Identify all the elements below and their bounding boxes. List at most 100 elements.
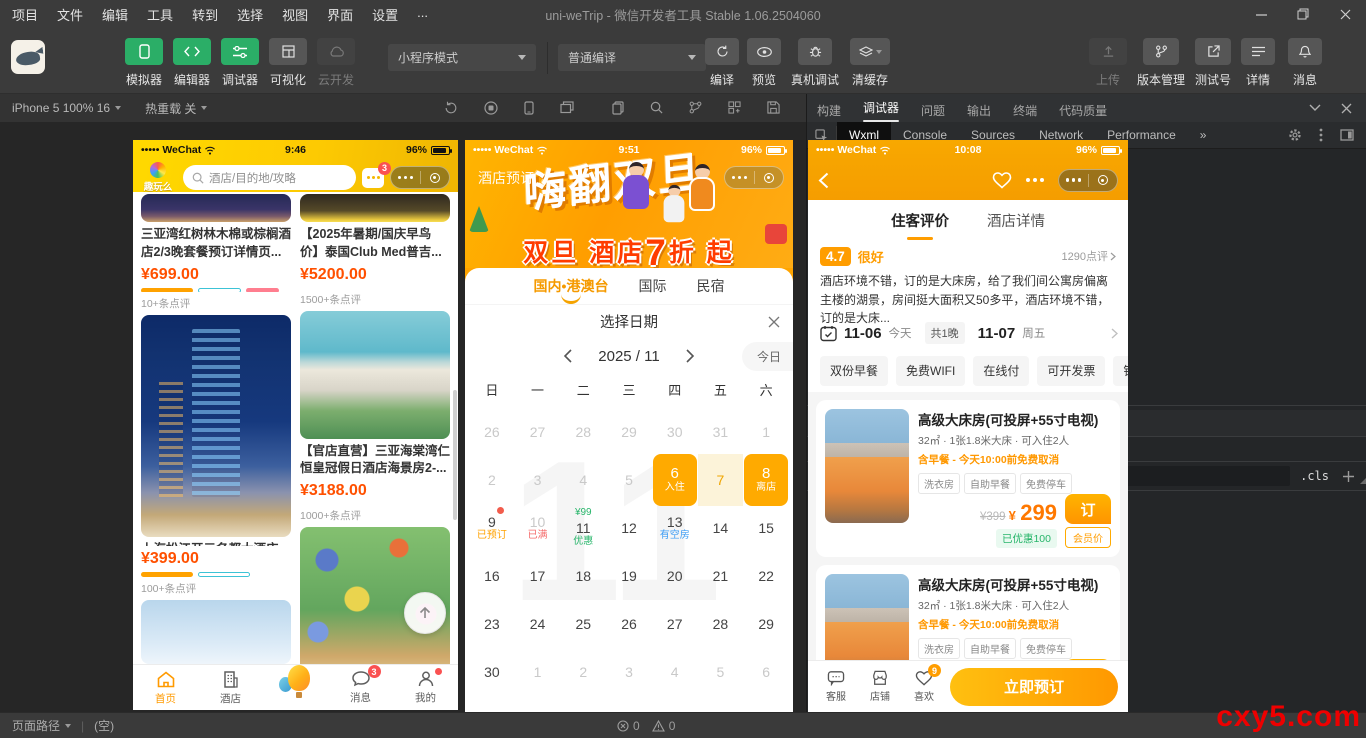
panel-tab[interactable]: 问题 (921, 98, 945, 119)
tab-home[interactable]: 首页 (144, 670, 188, 706)
messages-button[interactable]: 消息 (1284, 38, 1326, 88)
calendar-day[interactable]: 17 (515, 552, 561, 600)
collapse-panel-icon[interactable] (1309, 104, 1321, 112)
visual-button[interactable]: 可视化 (264, 38, 312, 88)
toggle-class-button[interactable]: .cls (1300, 469, 1329, 483)
tab-homestay[interactable]: 民宿 (696, 276, 724, 296)
calendar-day[interactable]: 13有空房 (652, 504, 698, 552)
tab-domestic[interactable]: 国内•港澳台 (534, 276, 609, 296)
hotel-image[interactable] (141, 194, 291, 222)
calendar-day[interactable]: 4 (652, 648, 698, 696)
calendar-day[interactable]: 27 (652, 600, 698, 648)
calendar-day[interactable]: 24 (515, 600, 561, 648)
room-card[interactable]: 高级大床房(可投屏+55寸电视) 32㎡ · 1张1.8米大床 · 可入住2人 … (816, 400, 1120, 557)
calendar-day[interactable]: 6入住 (653, 454, 697, 506)
calendar-day[interactable]: 29 (743, 600, 789, 648)
calendar-day[interactable]: 3 (606, 648, 652, 696)
rating-row[interactable]: 4.7 很好 1290点评 (820, 244, 1116, 268)
panel-tab[interactable]: 构建 (817, 98, 841, 119)
menu-item[interactable]: 项目 (12, 5, 38, 24)
tab-hotel-details[interactable]: 酒店详情 (987, 210, 1045, 231)
record-icon[interactable] (484, 101, 498, 115)
capsule-menu[interactable] (390, 166, 450, 189)
calendar-day[interactable]: 22 (743, 552, 789, 600)
calendar-day[interactable]: 4 (560, 456, 606, 504)
calendar-day[interactable]: 5 (606, 456, 652, 504)
mode-select[interactable]: 小程序模式 (388, 44, 536, 71)
calendar-day[interactable]: 20 (652, 552, 698, 600)
hotel-title[interactable]: 【2025年暑期/国庆早鸟价】泰国Club Med普吉... (300, 226, 450, 262)
restart-icon[interactable] (444, 101, 458, 115)
calendar-day[interactable]: 25 (560, 600, 606, 648)
menu-item[interactable]: 工具 (147, 5, 173, 24)
page-path-select[interactable]: 页面路径 (12, 717, 71, 734)
calendar-day[interactable]: ¥9911优惠 (560, 504, 606, 552)
back-to-top-button[interactable] (404, 592, 446, 634)
dock-side-icon[interactable] (1340, 129, 1354, 141)
clear-cache-button[interactable]: 清缓存 (846, 38, 894, 88)
panel-tab[interactable]: 输出 (967, 98, 991, 119)
menu-item[interactable]: 文件 (57, 5, 83, 24)
menu-item[interactable]: 界面 (327, 5, 353, 24)
tab-hotel[interactable]: 酒店 (209, 670, 253, 706)
stay-dates-row[interactable]: 11-06 今天 共1晚 11-07 周五 (820, 316, 1118, 350)
calendar-day[interactable]: 1 (515, 648, 561, 696)
app-logo-quwanme[interactable]: 趣玩么 (139, 162, 177, 193)
maximize-button[interactable] (1282, 0, 1324, 28)
back-icon[interactable] (818, 172, 829, 189)
resize-handle[interactable] (1360, 477, 1366, 484)
calendar-day[interactable]: 28 (560, 408, 606, 456)
calendar-day[interactable]: 21 (698, 552, 744, 600)
calendar-day[interactable]: 23 (469, 600, 515, 648)
simulator-button[interactable]: 模拟器 (120, 38, 168, 88)
hotel-image[interactable] (300, 194, 450, 222)
calendar-day[interactable]: 30 (652, 408, 698, 456)
capsule-menu[interactable] (724, 166, 784, 189)
room-card[interactable]: 高级大床房(可投屏+55寸电视) 32㎡ · 1张1.8米大床 · 可入住2人 … (816, 565, 1120, 660)
panel-tab[interactable]: 终端 (1013, 98, 1037, 119)
debugger-button[interactable]: 调试器 (216, 38, 264, 88)
multi-window-icon[interactable] (560, 101, 574, 115)
devtool-tab[interactable]: » (1188, 122, 1219, 149)
calendar-day[interactable]: 12 (606, 504, 652, 552)
favorites-button[interactable]: 喜欢 9 (906, 670, 942, 703)
close-panel-icon[interactable] (1341, 103, 1352, 114)
editor-button[interactable]: 编辑器 (168, 38, 216, 88)
menu-item[interactable]: 转到 (192, 5, 218, 24)
book-button[interactable]: 订 (1065, 494, 1111, 524)
hotel-image[interactable] (141, 600, 291, 664)
tab-international[interactable]: 国际 (638, 276, 666, 296)
copy-page-icon[interactable] (612, 101, 624, 115)
calendar-day[interactable]: 30 (469, 648, 515, 696)
calendar-day[interactable]: 26 (606, 600, 652, 648)
calendar-day[interactable]: 15 (743, 504, 789, 552)
favorite-heart-icon[interactable] (992, 171, 1012, 189)
calendar-day[interactable]: 6 (743, 648, 789, 696)
calendar-day[interactable]: 9已预订 (469, 504, 515, 552)
hotel-image[interactable] (141, 315, 291, 537)
device-debug-button[interactable]: 真机调试 (788, 38, 842, 88)
calendar-day[interactable]: 28 (698, 600, 744, 648)
amenity-chip[interactable]: 在线付 (973, 356, 1029, 386)
calendar-day[interactable]: 3 (515, 456, 561, 504)
cloud-dev-button[interactable]: 云开发 (312, 38, 360, 88)
calendar-day[interactable]: 10已满 (515, 504, 561, 552)
calendar-day[interactable]: 2 (469, 456, 515, 504)
minimize-button[interactable] (1240, 0, 1282, 28)
menu-item[interactable]: 选择 (237, 5, 263, 24)
amenity-chip[interactable]: 免费WIFI (896, 356, 965, 386)
hotel-title[interactable]: 【官店直营】三亚海棠湾仁恒皇冠假日酒店海景房2-... (300, 443, 450, 479)
prev-month-icon[interactable] (563, 349, 572, 363)
gear-icon[interactable] (1288, 128, 1302, 142)
hotel-image[interactable] (300, 311, 450, 439)
calendar-day[interactable]: 2 (560, 648, 606, 696)
compile-mode-select[interactable]: 普通编译 (558, 44, 706, 71)
capsule-menu[interactable] (1058, 169, 1118, 192)
close-button[interactable] (1324, 0, 1366, 28)
calendar-day[interactable]: 1 (743, 408, 789, 456)
more-options-icon[interactable] (1026, 178, 1044, 182)
problem-counts[interactable]: 0 0 (617, 719, 675, 733)
next-month-icon[interactable] (686, 349, 695, 363)
hotel-title[interactable]: 上海松江开元名都大酒店 (141, 541, 291, 546)
compile-button[interactable]: 编译 (702, 38, 742, 88)
